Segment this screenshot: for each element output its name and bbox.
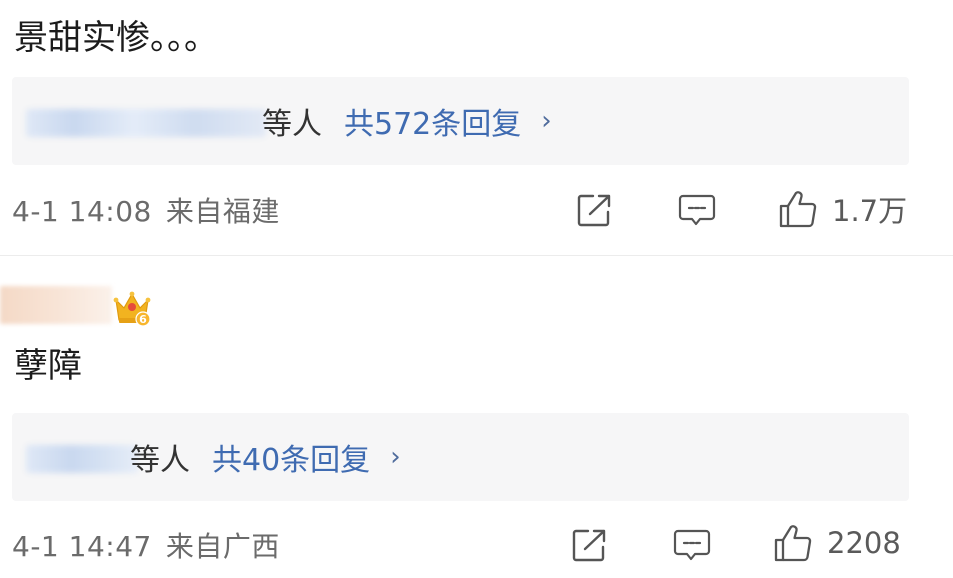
- user-level-badge: 6: [139, 313, 147, 326]
- reply-users-suffix: 等人: [130, 443, 190, 478]
- comment-author[interactable]: 6: [0, 282, 300, 332]
- share-icon: [577, 194, 611, 227]
- thumbs-up-icon: [779, 191, 817, 228]
- chevron-right-icon: ›: [541, 106, 552, 136]
- comment-button[interactable]: [678, 194, 716, 228]
- comment-meta: 4-1 14:47 来自广西: [12, 525, 280, 565]
- view-replies-link[interactable]: 等人 共40条回复 ›: [130, 413, 401, 501]
- comment-list: 景甜实惨。。。 等人 共572条回复 › 4-1 14:08 来自福建 1.7万: [0, 0, 953, 578]
- like-count: 2208: [827, 526, 901, 560]
- comment-text: 景甜实惨。。。: [14, 18, 218, 58]
- comment-divider: [0, 255, 953, 256]
- comment-meta-row: 4-1 14:08 来自福建: [12, 185, 912, 235]
- comment-time: 4-1 14:08: [12, 195, 152, 228]
- blurred-usernames: [26, 445, 138, 473]
- share-icon: [572, 529, 606, 562]
- chevron-right-icon: ›: [390, 442, 401, 472]
- comment-location: 来自福建: [165, 195, 280, 228]
- comment-button[interactable]: [673, 529, 711, 563]
- comment-text: 孽障: [14, 346, 82, 386]
- like-count: 1.7万: [832, 194, 908, 228]
- comment-icon: [673, 529, 711, 561]
- comment-icon: [678, 194, 716, 226]
- share-button[interactable]: [572, 528, 608, 562]
- reply-summary-box[interactable]: 等人 共40条回复 ›: [12, 413, 909, 501]
- comment-meta: 4-1 14:08 来自福建: [12, 190, 280, 230]
- like-button[interactable]: 1.7万: [778, 188, 907, 230]
- blurred-usernames: [26, 109, 266, 137]
- thumbs-up-icon: [774, 525, 812, 562]
- view-replies-link[interactable]: 等人 共572条回复 ›: [262, 77, 552, 165]
- blurred-username: [0, 286, 112, 324]
- reply-summary-box[interactable]: 等人 共572条回复 ›: [12, 77, 909, 165]
- reply-count: 共572条回复: [344, 107, 522, 142]
- reply-count: 共40条回复: [212, 443, 371, 478]
- reply-users-suffix: 等人: [262, 107, 322, 142]
- comment-location: 来自广西: [165, 530, 280, 563]
- comment-time: 4-1 14:47: [12, 530, 152, 563]
- share-button[interactable]: [577, 193, 613, 227]
- crown-icon: 6: [113, 291, 151, 327]
- like-button[interactable]: 2208: [773, 523, 901, 563]
